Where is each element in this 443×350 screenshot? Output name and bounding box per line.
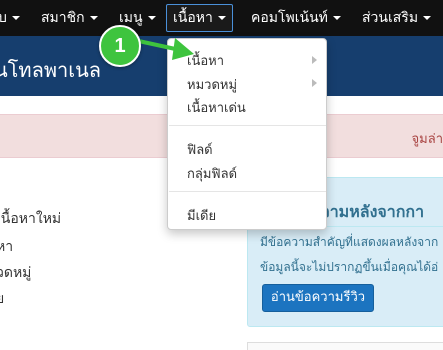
nav-label: คอมโพเน้นท์ <box>251 10 328 26</box>
nav-label: เนื้อหา <box>173 10 213 26</box>
panel-text-line: มีข้อความสำคัญที่แสดงผลหลังจาก <box>260 235 439 249</box>
nav-menu-content[interactable]: เนื้อหา <box>166 4 233 32</box>
nav-menu-system[interactable]: บ <box>0 0 20 36</box>
alert-text: จูมล่า <box>411 132 443 147</box>
caret-down-icon <box>147 16 156 20</box>
dropdown-item-categories[interactable]: หมวดหมู่ <box>187 74 237 95</box>
dropdown-item-fields[interactable]: ฟิลด์ <box>187 139 213 160</box>
submenu-arrow-icon <box>312 79 317 87</box>
caret-down-icon <box>332 16 341 20</box>
nav-menu-extensions[interactable]: ส่วนเสริม <box>362 0 432 36</box>
quick-link-articles[interactable]: หา <box>0 236 13 258</box>
dropdown-item-featured[interactable]: เนื้อหาเด่น <box>187 97 246 118</box>
dropdown-divider <box>169 191 326 192</box>
nav-label: บ <box>0 10 7 26</box>
step-number-badge: 1 <box>99 25 141 67</box>
caret-down-icon <box>217 16 226 20</box>
caret-down-icon <box>11 16 20 20</box>
top-navbar: บ สมาชิก เมนู เนื้อหา คอมโพเน้นท์ ส่วนเส… <box>0 0 443 36</box>
caret-down-icon <box>423 16 432 20</box>
dropdown-divider <box>169 125 326 126</box>
page-title: นโทลพาเนล <box>0 58 102 82</box>
caret-down-icon <box>89 16 98 20</box>
panel-text-line: ข้อมูลนี้จะไม่ปรากฏขึ้นเมื่อคุณได้อ่ <box>260 260 439 274</box>
nav-label: ส่วนเสริม <box>362 10 419 26</box>
panel-title: ความหลังจากกา <box>310 202 425 221</box>
quick-link-media[interactable]: ย <box>0 288 4 310</box>
dropdown-item-field-groups[interactable]: กลุ่มฟิลด์ <box>187 163 237 184</box>
bottom-panel <box>247 342 443 350</box>
nav-label: สมาชิก <box>41 10 85 26</box>
nav-label: เมนู <box>119 10 143 26</box>
dropdown-item-media[interactable]: มีเดีย <box>187 205 216 226</box>
read-messages-button[interactable]: อ่านข้อความรีวิว <box>262 284 374 312</box>
nav-menu-components[interactable]: คอมโพเน้นท์ <box>251 0 341 36</box>
quick-link-categories[interactable]: วดหมู่ <box>0 262 31 284</box>
submenu-arrow-icon <box>312 56 317 64</box>
quick-link-new-article[interactable]: เนื้อหาใหม่ <box>0 208 61 230</box>
nav-menu-users[interactable]: สมาชิก <box>41 0 98 36</box>
